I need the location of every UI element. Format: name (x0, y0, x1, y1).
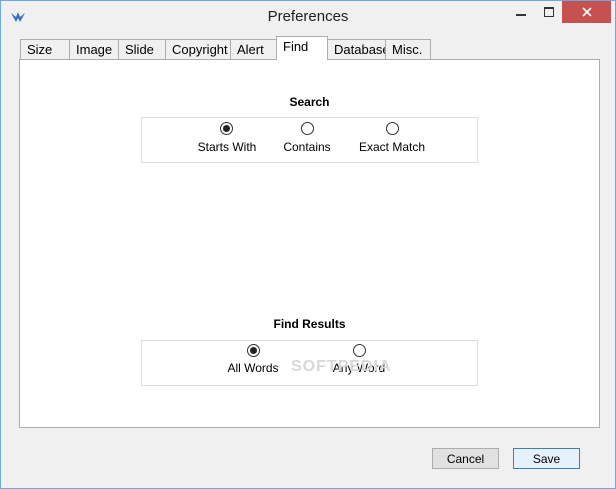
find-results-group-title: Find Results (273, 317, 346, 331)
save-button[interactable]: Save (513, 448, 580, 469)
tab-image[interactable]: Image (69, 39, 119, 59)
close-button[interactable] (562, 1, 611, 23)
radio-starts-with[interactable] (220, 122, 233, 135)
title-bar[interactable]: Preferences (1, 1, 615, 32)
radio-exact-match[interactable] (386, 122, 399, 135)
minimize-icon (515, 14, 526, 16)
preferences-window: Preferences Size Image Slide Copyright A… (0, 0, 616, 489)
radio-any-word[interactable] (353, 344, 366, 357)
tab-database[interactable]: Database (327, 39, 390, 59)
radio-contains[interactable] (301, 122, 314, 135)
search-group-box: Starts With Contains Exact Match (141, 117, 478, 163)
radio-exact-match-label[interactable]: Exact Match (352, 140, 432, 154)
radio-all-words[interactable] (247, 344, 260, 357)
tab-alert[interactable]: Alert (230, 39, 277, 59)
tab-copyright[interactable]: Copyright (165, 39, 231, 59)
tab-slide[interactable]: Slide (118, 39, 166, 59)
radio-all-words-label[interactable]: All Words (213, 361, 293, 375)
cancel-button[interactable]: Cancel (432, 448, 499, 469)
maximize-icon (543, 7, 554, 17)
maximize-button[interactable] (535, 1, 562, 23)
search-group-title: Search (289, 95, 330, 109)
tab-misc[interactable]: Misc. (385, 39, 431, 59)
watermark: SOFTPEDIA (291, 358, 392, 375)
tab-size[interactable]: Size (20, 39, 70, 59)
radio-starts-with-label[interactable]: Starts With (187, 140, 267, 154)
tab-find[interactable]: Find (276, 36, 328, 60)
minimize-button[interactable] (506, 1, 535, 23)
radio-contains-label[interactable]: Contains (267, 140, 347, 154)
close-icon (581, 7, 592, 17)
